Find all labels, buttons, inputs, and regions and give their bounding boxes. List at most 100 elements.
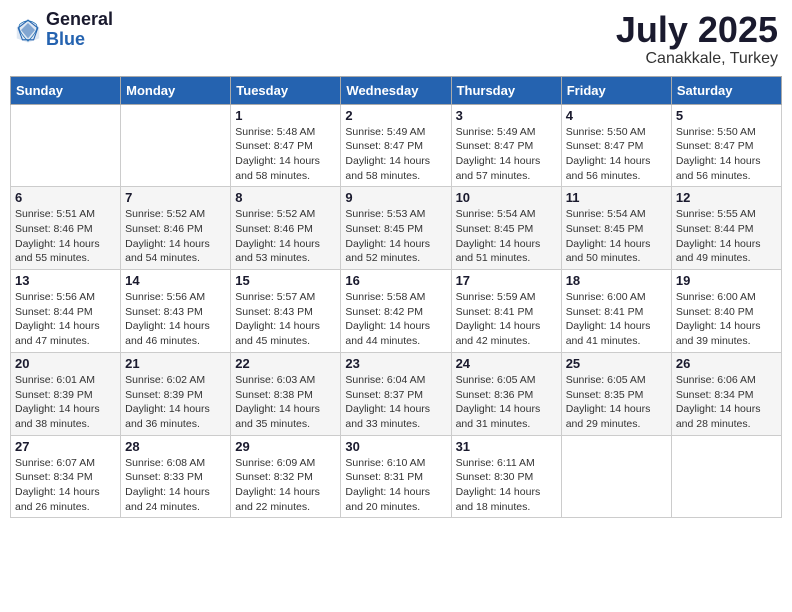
calendar-cell: 10 Sunrise: 5:54 AMSunset: 8:45 PMDayligh… — [451, 187, 561, 270]
calendar-week-row: 20Sunrise: 6:01 AMSunset: 8:39 PMDayligh… — [11, 352, 782, 435]
day-info: Sunrise: 6:03 AMSunset: 8:38 PMDaylight:… — [235, 373, 336, 432]
day-info: Sunrise: 5:55 AMSunset: 8:44 PMDaylight:… — [676, 207, 777, 266]
day-info: Sunrise: 5:56 AMSunset: 8:44 PMDaylight:… — [15, 290, 116, 349]
day-number: 22 — [235, 356, 336, 371]
day-info: Sunrise: 6:07 AMSunset: 8:34 PMDaylight:… — [15, 456, 116, 515]
calendar-cell: 21 Sunrise: 6:02 AMSunset: 8:39 PMDayligh… — [121, 352, 231, 435]
day-number: 18 — [566, 273, 667, 288]
day-info: Sunrise: 5:56 AMSunset: 8:43 PMDaylight:… — [125, 290, 226, 349]
day-number: 1 — [235, 108, 336, 123]
day-number: 23 — [345, 356, 446, 371]
calendar-cell: 14 Sunrise: 5:56 AMSunset: 8:43 PMDayligh… — [121, 270, 231, 353]
day-info: Sunrise: 5:51 AMSunset: 8:46 PMDaylight:… — [15, 207, 116, 266]
calendar-cell: 25Sunrise: 6:05 AMSunset: 8:35 PMDayligh… — [561, 352, 671, 435]
day-number: 5 — [676, 108, 777, 123]
day-number: 12 — [676, 190, 777, 205]
day-number: 16 — [345, 273, 446, 288]
calendar-header-row: SundayMondayTuesdayWednesdayThursdayFrid… — [11, 76, 782, 104]
day-number: 8 — [235, 190, 336, 205]
day-number: 7 — [125, 190, 226, 205]
day-number: 4 — [566, 108, 667, 123]
day-number: 20 — [15, 356, 116, 371]
day-of-week-header: Sunday — [11, 76, 121, 104]
day-of-week-header: Tuesday — [231, 76, 341, 104]
day-info: Sunrise: 6:00 AMSunset: 8:40 PMDaylight:… — [676, 290, 777, 349]
day-number: 9 — [345, 190, 446, 205]
day-number: 13 — [15, 273, 116, 288]
calendar-cell: 27Sunrise: 6:07 AMSunset: 8:34 PMDayligh… — [11, 435, 121, 518]
day-info: Sunrise: 5:54 AMSunset: 8:45 PMDaylight:… — [566, 207, 667, 266]
calendar-cell — [671, 435, 781, 518]
title-block: July 2025 Canakkale, Turkey — [616, 10, 778, 68]
calendar-cell: 15 Sunrise: 5:57 AMSunset: 8:43 PMDayligh… — [231, 270, 341, 353]
logo-blue: Blue — [46, 30, 113, 50]
day-number: 26 — [676, 356, 777, 371]
calendar-cell: 11Sunrise: 5:54 AMSunset: 8:45 PMDayligh… — [561, 187, 671, 270]
day-number: 15 — [235, 273, 336, 288]
calendar-cell — [121, 104, 231, 187]
calendar-cell: 22 Sunrise: 6:03 AMSunset: 8:38 PMDayligh… — [231, 352, 341, 435]
day-number: 21 — [125, 356, 226, 371]
calendar-cell: 9 Sunrise: 5:53 AMSunset: 8:45 PMDaylight… — [341, 187, 451, 270]
day-number: 31 — [456, 439, 557, 454]
calendar-cell: 18 Sunrise: 6:00 AMSunset: 8:41 PMDayligh… — [561, 270, 671, 353]
day-of-week-header: Wednesday — [341, 76, 451, 104]
day-info: Sunrise: 5:54 AMSunset: 8:45 PMDaylight:… — [456, 207, 557, 266]
calendar-cell — [561, 435, 671, 518]
month-title: July 2025 — [616, 10, 778, 50]
logo-icon — [14, 16, 42, 44]
calendar-cell: 30Sunrise: 6:10 AMSunset: 8:31 PMDayligh… — [341, 435, 451, 518]
day-info: Sunrise: 6:02 AMSunset: 8:39 PMDaylight:… — [125, 373, 226, 432]
day-info: Sunrise: 6:06 AMSunset: 8:34 PMDaylight:… — [676, 373, 777, 432]
calendar-cell: 5 Sunrise: 5:50 AMSunset: 8:47 PMDaylight… — [671, 104, 781, 187]
calendar-cell: 26 Sunrise: 6:06 AMSunset: 8:34 PMDayligh… — [671, 352, 781, 435]
day-number: 3 — [456, 108, 557, 123]
day-info: Sunrise: 5:57 AMSunset: 8:43 PMDaylight:… — [235, 290, 336, 349]
day-info: Sunrise: 5:49 AMSunset: 8:47 PMDaylight:… — [345, 125, 446, 184]
logo-text: General Blue — [46, 10, 113, 50]
day-info: Sunrise: 5:49 AMSunset: 8:47 PMDaylight:… — [456, 125, 557, 184]
calendar-cell: 17Sunrise: 5:59 AMSunset: 8:41 PMDayligh… — [451, 270, 561, 353]
day-info: Sunrise: 6:09 AMSunset: 8:32 PMDaylight:… — [235, 456, 336, 515]
day-info: Sunrise: 5:48 AMSunset: 8:47 PMDaylight:… — [235, 125, 336, 184]
day-info: Sunrise: 5:52 AMSunset: 8:46 PMDaylight:… — [235, 207, 336, 266]
calendar-week-row: 6 Sunrise: 5:51 AMSunset: 8:46 PMDaylight… — [11, 187, 782, 270]
day-number: 24 — [456, 356, 557, 371]
day-info: Sunrise: 5:52 AMSunset: 8:46 PMDaylight:… — [125, 207, 226, 266]
day-number: 6 — [15, 190, 116, 205]
calendar-cell: 13 Sunrise: 5:56 AMSunset: 8:44 PMDayligh… — [11, 270, 121, 353]
calendar-cell: 2Sunrise: 5:49 AMSunset: 8:47 PMDaylight… — [341, 104, 451, 187]
day-info: Sunrise: 5:50 AMSunset: 8:47 PMDaylight:… — [566, 125, 667, 184]
day-info: Sunrise: 6:08 AMSunset: 8:33 PMDaylight:… — [125, 456, 226, 515]
calendar-cell: 1 Sunrise: 5:48 AMSunset: 8:47 PMDaylight… — [231, 104, 341, 187]
calendar-cell — [11, 104, 121, 187]
day-info: Sunrise: 5:53 AMSunset: 8:45 PMDaylight:… — [345, 207, 446, 266]
calendar-cell: 31 Sunrise: 6:11 AMSunset: 8:30 PMDayligh… — [451, 435, 561, 518]
day-number: 14 — [125, 273, 226, 288]
day-info: Sunrise: 6:05 AMSunset: 8:35 PMDaylight:… — [566, 373, 667, 432]
day-of-week-header: Saturday — [671, 76, 781, 104]
calendar-week-row: 1 Sunrise: 5:48 AMSunset: 8:47 PMDaylight… — [11, 104, 782, 187]
day-info: Sunrise: 5:50 AMSunset: 8:47 PMDaylight:… — [676, 125, 777, 184]
day-info: Sunrise: 6:05 AMSunset: 8:36 PMDaylight:… — [456, 373, 557, 432]
calendar-cell: 4 Sunrise: 5:50 AMSunset: 8:47 PMDaylight… — [561, 104, 671, 187]
day-info: Sunrise: 6:11 AMSunset: 8:30 PMDaylight:… — [456, 456, 557, 515]
logo: General Blue — [14, 10, 113, 50]
day-of-week-header: Thursday — [451, 76, 561, 104]
calendar-cell: 16 Sunrise: 5:58 AMSunset: 8:42 PMDayligh… — [341, 270, 451, 353]
day-number: 17 — [456, 273, 557, 288]
location-subtitle: Canakkale, Turkey — [616, 50, 778, 68]
calendar-cell: 19Sunrise: 6:00 AMSunset: 8:40 PMDayligh… — [671, 270, 781, 353]
logo-general: General — [46, 10, 113, 30]
day-number: 30 — [345, 439, 446, 454]
day-info: Sunrise: 6:00 AMSunset: 8:41 PMDaylight:… — [566, 290, 667, 349]
page-header: General Blue July 2025 Canakkale, Turkey — [10, 10, 782, 68]
day-number: 10 — [456, 190, 557, 205]
calendar-cell: 12 Sunrise: 5:55 AMSunset: 8:44 PMDayligh… — [671, 187, 781, 270]
calendar-cell: 6 Sunrise: 5:51 AMSunset: 8:46 PMDaylight… — [11, 187, 121, 270]
day-number: 29 — [235, 439, 336, 454]
calendar-week-row: 13 Sunrise: 5:56 AMSunset: 8:44 PMDayligh… — [11, 270, 782, 353]
calendar-cell: 3 Sunrise: 5:49 AMSunset: 8:47 PMDaylight… — [451, 104, 561, 187]
day-info: Sunrise: 5:58 AMSunset: 8:42 PMDaylight:… — [345, 290, 446, 349]
calendar-table: SundayMondayTuesdayWednesdayThursdayFrid… — [10, 76, 782, 519]
